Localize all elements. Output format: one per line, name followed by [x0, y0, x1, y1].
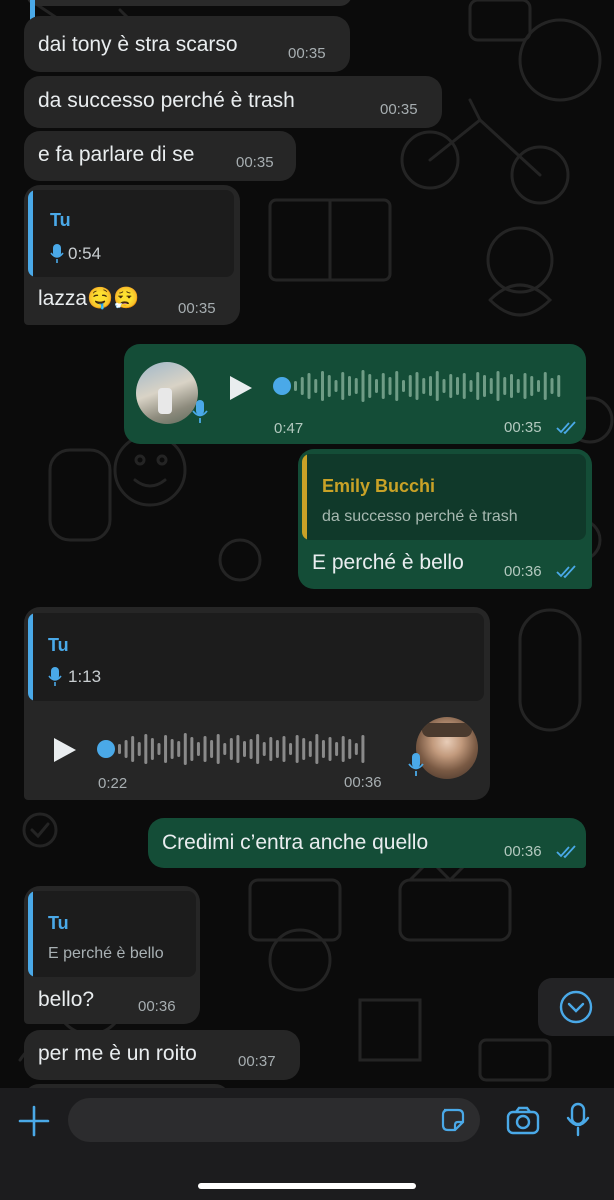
home-indicator	[198, 1183, 416, 1189]
message-time: 00:35	[504, 419, 542, 436]
incoming-reply-message[interactable]: Tu E perché è bello bello? 00:36	[24, 886, 200, 1024]
microphone-icon[interactable]	[566, 1102, 590, 1138]
quote-author: Tu	[50, 210, 71, 230]
play-button[interactable]	[230, 376, 252, 400]
incoming-message[interactable]: da successo perché è trash 00:35	[24, 76, 442, 128]
quote-author: Tu	[48, 913, 69, 933]
quote-bar	[28, 891, 33, 977]
incoming-message[interactable]: per me è un roito 00:37	[24, 1030, 300, 1080]
message-text: e fa parlare di se	[38, 143, 195, 166]
outgoing-voice-message[interactable]: 0:47 00:35	[124, 344, 586, 444]
quote-author: Emily Bucchi	[322, 476, 436, 496]
microphone-icon	[50, 244, 64, 263]
message-text: da successo perché è trash	[38, 89, 295, 112]
plus-icon[interactable]	[17, 1104, 51, 1138]
message-text: Credimi c’entra anche quello	[162, 831, 429, 854]
quote-voice-duration: 0:54	[68, 244, 102, 263]
microphone-icon	[48, 667, 62, 686]
message-text: bello?	[38, 988, 95, 1011]
sticker-icon[interactable]	[440, 1107, 466, 1133]
quote-bar	[302, 454, 307, 540]
message-time: 00:35	[236, 154, 274, 171]
message-partial-top	[26, 0, 352, 6]
message-time: 00:35	[288, 45, 326, 62]
camera-icon[interactable]	[506, 1106, 540, 1136]
quoted-message[interactable]: Tu 0:54	[28, 190, 234, 277]
voice-duration: 0:22	[98, 775, 128, 792]
incoming-message[interactable]: e fa parlare di se 00:35	[24, 131, 296, 181]
quoted-message[interactable]: Tu E perché è bello	[28, 891, 196, 977]
message-time: 00:35	[380, 101, 418, 118]
quote-bar	[28, 190, 33, 277]
incoming-voice-reply-message[interactable]: Tu 1:13 0:22 00:36	[24, 607, 490, 800]
quoted-message[interactable]: Emily Bucchi da successo perché è trash	[302, 454, 586, 540]
chevron-down-icon	[559, 990, 593, 1024]
quote-voice-duration: 1:13	[68, 667, 102, 686]
microphone-icon	[192, 400, 208, 423]
read-receipt-icon	[556, 421, 576, 435]
scroll-to-bottom-button[interactable]	[538, 978, 614, 1036]
message-time: 00:36	[344, 774, 382, 791]
sender-avatar	[416, 717, 478, 779]
message-time: 00:36	[504, 563, 542, 580]
outgoing-message[interactable]: Credimi c’entra anche quello 00:36	[148, 818, 586, 868]
quote-bar	[28, 613, 33, 701]
outgoing-reply-message[interactable]: Emily Bucchi da successo perché è trash …	[298, 449, 592, 589]
quote-text: da successo perché è trash	[322, 508, 518, 525]
message-time: 00:36	[504, 843, 542, 860]
microphone-icon	[408, 753, 424, 776]
play-button[interactable]	[54, 738, 76, 762]
incoming-message[interactable]: dai tony è stra scarso 00:35	[24, 16, 350, 72]
voice-duration: 0:47	[274, 420, 304, 437]
message-time: 00:36	[138, 998, 176, 1015]
sender-avatar	[136, 362, 198, 424]
message-input[interactable]	[68, 1098, 480, 1142]
message-text: lazza🤤😮‍💨	[38, 287, 140, 310]
quoted-message[interactable]: Tu 1:13	[28, 613, 484, 701]
message-time: 00:37	[238, 1053, 276, 1070]
quote-text: E perché è bello	[48, 945, 164, 962]
message-text: per me è un roito	[38, 1042, 197, 1065]
message-time: 00:35	[178, 300, 216, 317]
read-receipt-icon	[556, 845, 576, 859]
read-receipt-icon	[556, 565, 576, 579]
voice-waveform[interactable]	[94, 729, 394, 769]
message-text: dai tony è stra scarso	[38, 33, 238, 56]
incoming-reply-message[interactable]: Tu 0:54 lazza🤤😮‍💨 00:35	[24, 185, 240, 325]
quote-author: Tu	[48, 635, 69, 655]
message-text: E perché è bello	[312, 551, 464, 574]
voice-waveform[interactable]	[270, 366, 570, 406]
